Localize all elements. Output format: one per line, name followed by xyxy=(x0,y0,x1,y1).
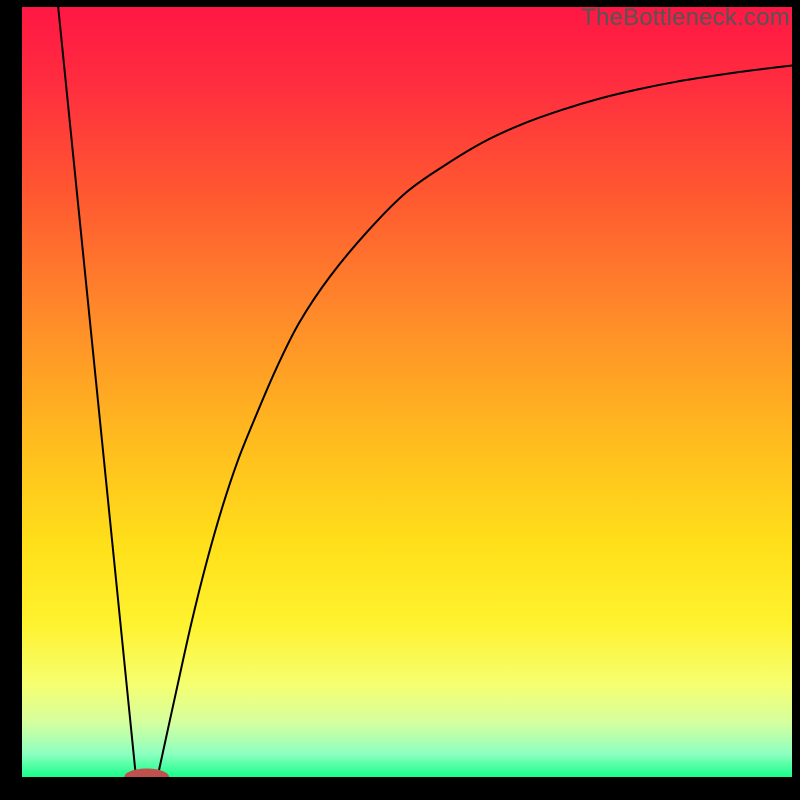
chart-frame: TheBottleneck.com xyxy=(0,0,800,800)
bottleneck-chart xyxy=(22,7,792,777)
gradient-background xyxy=(22,7,792,777)
watermark-text: TheBottleneck.com xyxy=(581,4,790,32)
